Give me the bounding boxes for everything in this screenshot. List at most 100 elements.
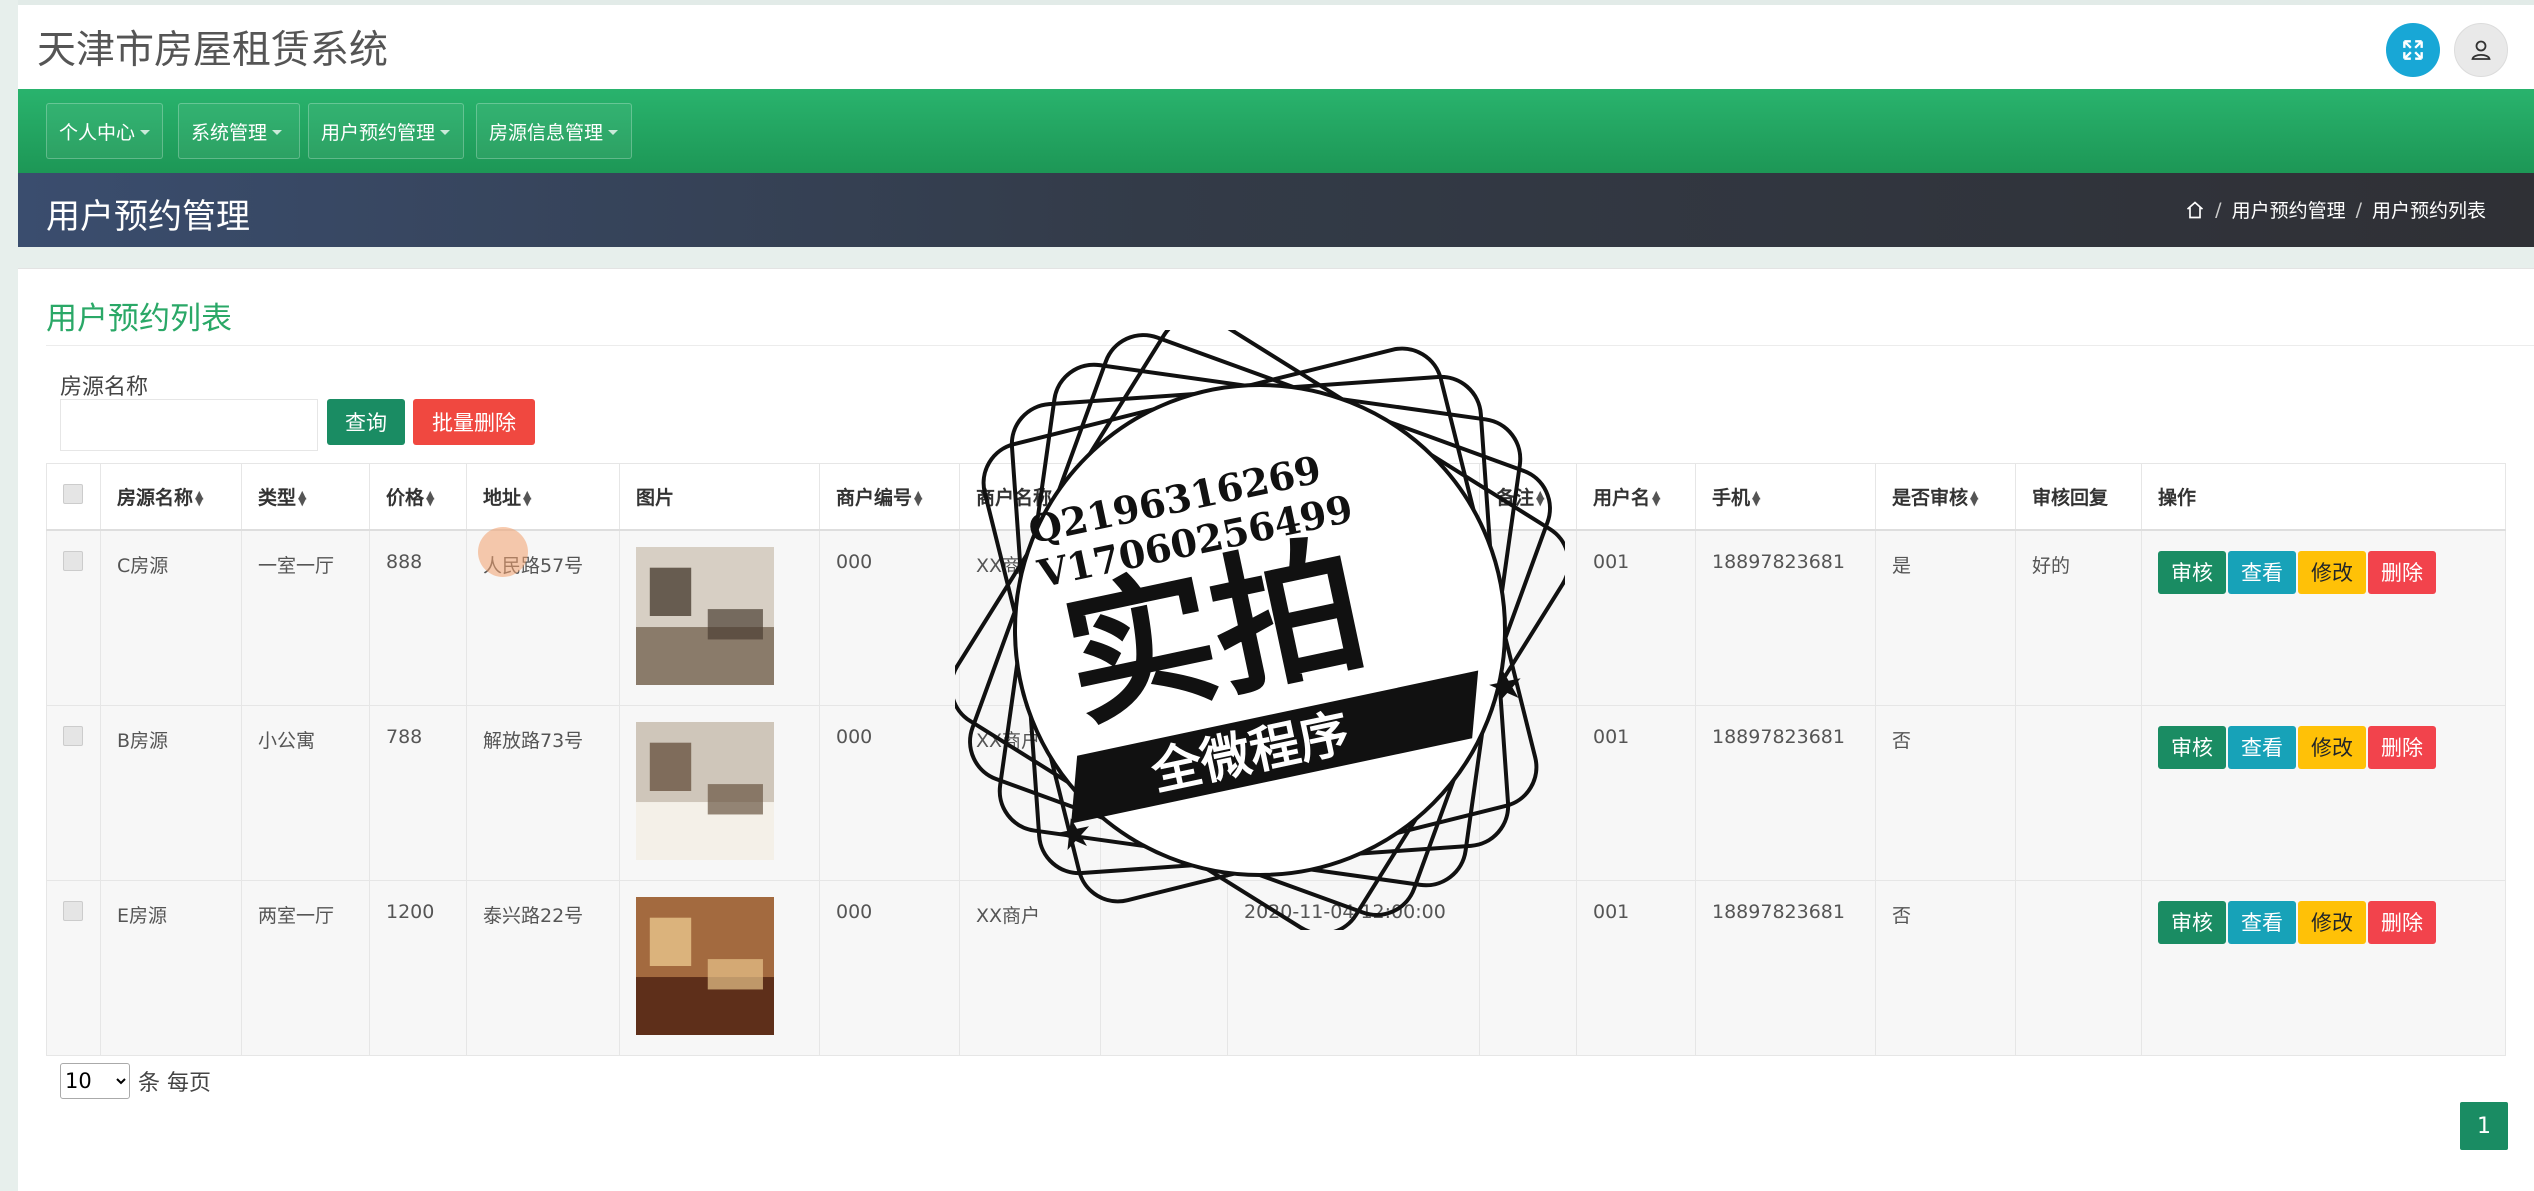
nav-personal-center[interactable]: 个人中心 bbox=[46, 103, 163, 159]
query-button[interactable]: 查询 bbox=[327, 399, 405, 445]
breadcrumb-separator: / bbox=[2355, 198, 2362, 221]
cell-name: B房源 bbox=[100, 704, 242, 881]
view-button[interactable]: 查看 bbox=[2228, 900, 2296, 944]
breadcrumb-separator: / bbox=[2215, 198, 2222, 221]
cell-content bbox=[1100, 529, 1228, 706]
cell-username: 001 bbox=[1576, 529, 1696, 706]
nav-label: 用户预约管理 bbox=[321, 121, 436, 144]
page-number-button[interactable]: 1 bbox=[2460, 1102, 2508, 1150]
delete-button[interactable]: 删除 bbox=[2368, 900, 2436, 944]
cell-merchant-name: XX商户 bbox=[959, 704, 1101, 881]
cell-audited: 否 bbox=[1875, 704, 2016, 881]
app-title: 天津市房屋租赁系统 bbox=[37, 28, 389, 73]
cell-address: 解放路73号 bbox=[466, 704, 620, 881]
audit-button[interactable]: 审核 bbox=[2158, 725, 2226, 769]
column-header[interactable]: 预约内容 ▲ ▼ bbox=[1100, 463, 1228, 531]
header-label: 预约内容 bbox=[1117, 486, 1194, 509]
select-all-checkbox[interactable] bbox=[63, 483, 83, 504]
sort-icon[interactable]: ▲ ▼ bbox=[1195, 489, 1203, 507]
column-header[interactable]: 价格 ▲ ▼ bbox=[369, 463, 467, 531]
cell-type: 两室一厅 bbox=[241, 879, 370, 1056]
column-header[interactable]: 商户名称 ▲ ▼ bbox=[959, 463, 1101, 531]
sort-icon[interactable]: ▲ ▼ bbox=[298, 489, 306, 507]
chevron-down-icon bbox=[608, 129, 619, 135]
room-photo[interactable] bbox=[636, 546, 774, 685]
cell-reply bbox=[2015, 704, 2142, 881]
sort-icon[interactable]: ▲ ▼ bbox=[914, 489, 922, 507]
nav-listing-management[interactable]: 房源信息管理 bbox=[476, 103, 632, 159]
breadcrumb-item[interactable]: 用户预约管理 bbox=[2232, 196, 2346, 223]
row-checkbox[interactable] bbox=[63, 725, 83, 746]
page-size-control: 10 条 每页 bbox=[60, 1063, 211, 1099]
top-bar: 天津市房屋租赁系统 bbox=[18, 0, 2534, 89]
column-header[interactable]: 是否审核 ▲ ▼ bbox=[1875, 463, 2016, 531]
edit-button[interactable]: 修改 bbox=[2298, 725, 2366, 769]
column-header[interactable]: 预约时间 ▲ ▼ bbox=[1227, 463, 1480, 531]
cell-type: 一室一厅 bbox=[241, 529, 370, 706]
row-select-cell bbox=[46, 879, 101, 1056]
breadcrumb-item: 用户预约列表 bbox=[2371, 200, 2486, 222]
table-row: B房源 小公寓 788 解放路73号 000 XX商户 2020-11-04 12:00:0… bbox=[46, 704, 2506, 881]
home-icon[interactable] bbox=[2185, 200, 2205, 220]
cell-merchant-name: XX商户 bbox=[959, 529, 1101, 706]
column-header[interactable]: 手机 ▲ ▼ bbox=[1695, 463, 1876, 531]
header-label: 价格 bbox=[386, 486, 425, 509]
cell-content bbox=[1100, 704, 1228, 881]
edit-button[interactable]: 修改 bbox=[2298, 550, 2366, 594]
column-header[interactable]: 备注 ▲ ▼ bbox=[1479, 463, 1577, 531]
listing-name-input[interactable] bbox=[60, 399, 318, 451]
main-nav: 个人中心 系统管理 用户预约管理 房源信息管理 bbox=[18, 89, 2534, 173]
chevron-down-icon bbox=[272, 129, 283, 135]
cell-audited: 是 bbox=[1875, 529, 2016, 706]
column-header[interactable]: 类型 ▲ ▼ bbox=[241, 463, 370, 531]
header-label: 图片 bbox=[636, 486, 675, 509]
view-button[interactable]: 查看 bbox=[2228, 550, 2296, 594]
row-checkbox[interactable] bbox=[63, 550, 83, 571]
sort-icon[interactable]: ▲ ▼ bbox=[1536, 489, 1544, 507]
user-icon bbox=[2471, 40, 2491, 60]
room-photo[interactable] bbox=[636, 896, 774, 1035]
cell-merchant-no: 000 bbox=[819, 529, 960, 706]
sort-icon[interactable]: ▲ ▼ bbox=[523, 489, 531, 507]
column-header[interactable]: 地址 ▲ ▼ bbox=[466, 463, 620, 531]
sort-icon[interactable]: ▲ ▼ bbox=[1322, 489, 1330, 507]
sort-icon[interactable]: ▲ ▼ bbox=[1752, 489, 1760, 507]
header-label: 是否审核 bbox=[1892, 486, 1969, 509]
delete-button[interactable]: 删除 bbox=[2368, 550, 2436, 594]
nav-system-management[interactable]: 系统管理 bbox=[178, 103, 300, 159]
nav-reservation-management[interactable]: 用户预约管理 bbox=[308, 103, 464, 159]
fullscreen-button[interactable] bbox=[2386, 23, 2440, 77]
page-header: 用户预约管理 / 用户预约管理 / 用户预约列表 bbox=[18, 173, 2534, 247]
audit-button[interactable]: 审核 bbox=[2158, 900, 2226, 944]
sort-icon[interactable]: ▲ ▼ bbox=[426, 489, 434, 507]
sort-icon[interactable]: ▲ ▼ bbox=[1652, 489, 1660, 507]
sort-icon[interactable]: ▲ ▼ bbox=[195, 489, 203, 507]
actions-cell: 审核 查看 修改 删除 bbox=[2141, 704, 2506, 881]
delete-button[interactable]: 删除 bbox=[2368, 725, 2436, 769]
cell-type: 小公寓 bbox=[241, 704, 370, 881]
cell-time: 2020-11-04 12:00:00 bbox=[1227, 529, 1480, 706]
cell-price: 888 bbox=[369, 529, 467, 706]
sort-icon[interactable]: ▲ ▼ bbox=[1054, 489, 1062, 507]
header-label: 商户名称 bbox=[976, 486, 1053, 509]
cell-time: 2020-11-04 12:00:00 bbox=[1227, 704, 1480, 881]
sort-icon[interactable]: ▲ ▼ bbox=[1970, 489, 1978, 507]
room-photo[interactable] bbox=[636, 721, 774, 860]
table-row: C房源 一室一厅 888 人民路57号 000 XX商户 2020-11-04 12:00:… bbox=[46, 529, 2506, 706]
select-all-cell bbox=[46, 463, 101, 531]
page-size-select[interactable]: 10 bbox=[60, 1063, 130, 1099]
edit-button[interactable]: 修改 bbox=[2298, 900, 2366, 944]
column-header[interactable]: 商户编号 ▲ ▼ bbox=[819, 463, 960, 531]
column-header[interactable]: 用户名 ▲ ▼ bbox=[1576, 463, 1696, 531]
audit-button[interactable]: 审核 bbox=[2158, 550, 2226, 594]
image-cell bbox=[619, 529, 820, 706]
view-button[interactable]: 查看 bbox=[2228, 725, 2296, 769]
column-header[interactable]: 房源名称 ▲ ▼ bbox=[100, 463, 242, 531]
row-checkbox[interactable] bbox=[63, 900, 83, 921]
user-menu-button[interactable] bbox=[2454, 23, 2508, 77]
batch-delete-button[interactable]: 批量删除 bbox=[413, 399, 535, 445]
nav-label: 房源信息管理 bbox=[489, 121, 604, 144]
header-label: 房源名称 bbox=[117, 486, 194, 509]
image-cell bbox=[619, 704, 820, 881]
header-label: 用户名 bbox=[1593, 486, 1651, 509]
